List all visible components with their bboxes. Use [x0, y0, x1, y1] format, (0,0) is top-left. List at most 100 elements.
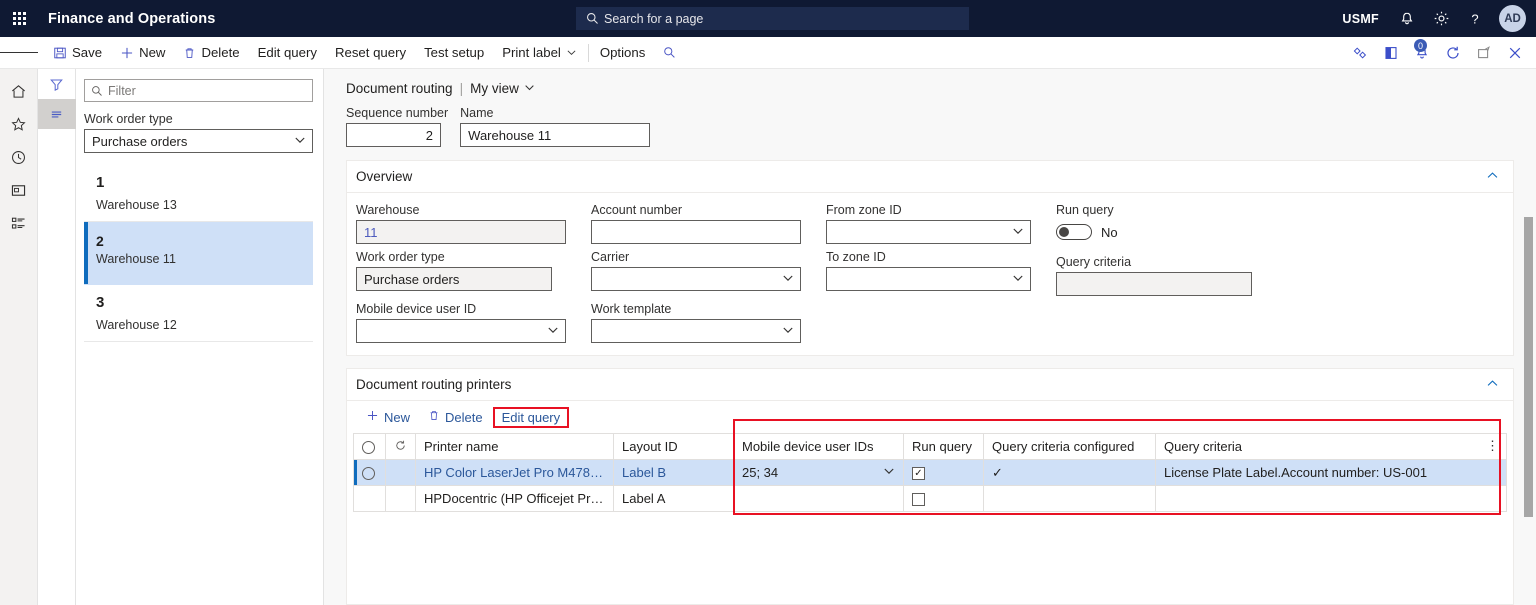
sidebar-item-modules[interactable]	[0, 207, 38, 240]
cell-query-criteria-configured	[983, 485, 1156, 512]
column-header-mobile-device-user-ids[interactable]: Mobile device user IDs	[733, 433, 904, 460]
from-zone-id-field-group: From zone ID	[826, 203, 1056, 244]
more-vertical-icon[interactable]: ⋮	[1486, 438, 1499, 454]
notifications-icon[interactable]: 0	[1407, 37, 1437, 69]
company-selector[interactable]: USMF	[1332, 12, 1389, 26]
edit-query-button[interactable]: Edit query	[249, 37, 326, 69]
row-select-radio[interactable]	[353, 485, 386, 512]
printers-section-header[interactable]: Document routing printers	[347, 369, 1513, 401]
name-input[interactable]: Warehouse 11	[460, 123, 651, 147]
work-order-type-value: Purchase orders	[92, 133, 188, 149]
refresh-icon[interactable]	[1438, 37, 1468, 69]
sidebar-item-recent[interactable]	[0, 141, 38, 174]
chevron-up-icon[interactable]	[1486, 377, 1499, 393]
query-criteria-input[interactable]	[1056, 272, 1252, 296]
run-query-toggle[interactable]	[1056, 224, 1092, 240]
grid-edit-query-label: Edit query	[501, 409, 561, 425]
cell-mobile-device-user-ids[interactable]: 25; 34	[733, 459, 904, 486]
overview-section-header[interactable]: Overview	[347, 161, 1513, 193]
mobile-device-user-id-field-group: Mobile device user ID	[356, 302, 591, 343]
column-header-query-criteria-configured[interactable]: Query criteria configured	[983, 433, 1156, 460]
open-in-new-window-icon[interactable]	[1376, 37, 1406, 69]
trash-icon	[183, 46, 196, 60]
table-row[interactable]: HP Color LaserJet Pro M478f-9f [E9... La…	[353, 459, 1507, 486]
scrollbar-thumb[interactable]	[1524, 217, 1533, 517]
sidebar-item-workspaces[interactable]	[0, 174, 38, 207]
work-order-type-select[interactable]: Purchase orders	[84, 129, 313, 153]
refresh-column-header[interactable]	[385, 433, 416, 460]
filter-funnel-icon[interactable]	[38, 69, 76, 99]
overview-section-body: Warehouse 11 Account number From zone ID	[347, 193, 1513, 355]
table-row[interactable]: HPDocentric (HP Officejet Pro 8610) Labe…	[353, 485, 1507, 512]
sequence-number-input[interactable]: 2	[346, 123, 441, 147]
cell-layout-id[interactable]: Label B	[613, 459, 734, 486]
work-template-select[interactable]	[591, 319, 801, 343]
column-header-layout-id[interactable]: Layout ID	[613, 433, 734, 460]
top-right-actions: USMF ? AD	[1332, 0, 1528, 37]
cell-query-criteria[interactable]: License Plate Label.Account number: US-0…	[1155, 459, 1507, 486]
list-item[interactable]: 1 Warehouse 13	[84, 165, 313, 222]
chevron-up-icon[interactable]	[1486, 169, 1499, 185]
mobile-device-user-id-select[interactable]	[356, 319, 566, 343]
printers-title: Document routing printers	[356, 377, 512, 392]
cell-run-query[interactable]	[903, 485, 984, 512]
list-item-number: 2	[96, 233, 104, 249]
list-filter-input[interactable]: Filter	[84, 79, 313, 102]
list-lines-icon[interactable]	[37, 99, 76, 129]
column-header-printer-name[interactable]: Printer name	[415, 433, 614, 460]
chevron-down-icon	[524, 82, 535, 96]
column-header-query-criteria[interactable]: Query criteria ⋮	[1155, 433, 1507, 460]
select-all-column-header[interactable]	[353, 433, 386, 460]
grid-new-button[interactable]: New	[358, 407, 418, 427]
search-icon	[91, 85, 103, 97]
new-button[interactable]: New	[111, 37, 174, 69]
cell-printer-name[interactable]: HPDocentric (HP Officejet Pro 8610)	[415, 485, 614, 512]
options-button[interactable]: Options	[591, 37, 654, 69]
save-button[interactable]: Save	[44, 37, 111, 69]
carrier-select[interactable]	[591, 267, 801, 291]
main-vertical-scrollbar[interactable]	[1524, 217, 1533, 517]
settings-gear-icon[interactable]	[1425, 0, 1457, 37]
reset-query-button[interactable]: Reset query	[326, 37, 415, 69]
popout-icon[interactable]	[1469, 37, 1499, 69]
column-header-query-criteria-label: Query criteria	[1164, 439, 1243, 454]
delete-button[interactable]: Delete	[174, 37, 248, 69]
cell-mobile-device-user-ids[interactable]	[733, 485, 904, 512]
printers-section-body: New Delete Edit query Printer name Layou…	[347, 401, 1513, 604]
row-select-radio[interactable]	[353, 459, 386, 486]
cell-run-query[interactable]: ✓	[903, 459, 984, 486]
close-icon[interactable]	[1500, 37, 1530, 69]
to-zone-id-field-group: To zone ID	[826, 250, 1056, 296]
test-setup-button[interactable]: Test setup	[415, 37, 493, 69]
diamond-attachments-icon[interactable]	[1345, 37, 1375, 69]
account-number-input[interactable]	[591, 220, 801, 244]
sidebar-item-favorites[interactable]	[0, 108, 38, 141]
print-label-menu[interactable]: Print label	[493, 37, 586, 69]
to-zone-id-select[interactable]	[826, 267, 1031, 291]
list-item[interactable]: 2 Warehouse 11	[84, 222, 313, 285]
notification-bell-icon[interactable]	[1391, 0, 1423, 37]
toolbar-search-button[interactable]	[654, 37, 685, 69]
cell-printer-name[interactable]: HP Color LaserJet Pro M478f-9f [E9...	[415, 459, 614, 486]
app-launcher-waffle-icon[interactable]	[0, 0, 38, 37]
grid-delete-button[interactable]: Delete	[420, 407, 491, 427]
from-zone-id-select[interactable]	[826, 220, 1031, 244]
cell-layout-id[interactable]: Label A	[613, 485, 734, 512]
list-item[interactable]: 3 Warehouse 12	[84, 285, 313, 342]
work-order-type-input[interactable]: Purchase orders	[356, 267, 552, 291]
chevron-down-icon	[1012, 225, 1024, 240]
view-selector[interactable]: My view	[470, 81, 535, 96]
page-search-box[interactable]: Search for a page	[576, 7, 969, 30]
sidebar-item-home[interactable]	[0, 75, 38, 108]
grid-edit-query-button[interactable]: Edit query	[492, 406, 570, 428]
user-avatar[interactable]: AD	[1499, 5, 1526, 32]
cell-query-criteria[interactable]	[1155, 485, 1507, 512]
navigation-menu-hamburger-icon[interactable]	[0, 37, 39, 69]
help-question-icon[interactable]: ?	[1459, 0, 1491, 37]
warehouse-input[interactable]: 11	[356, 220, 566, 244]
options-label: Options	[599, 45, 646, 60]
column-header-run-query[interactable]: Run query	[903, 433, 984, 460]
run-query-checkbox[interactable]: ✓	[912, 467, 925, 481]
run-query-checkbox[interactable]	[912, 493, 925, 507]
chevron-down-icon[interactable]	[883, 465, 895, 480]
